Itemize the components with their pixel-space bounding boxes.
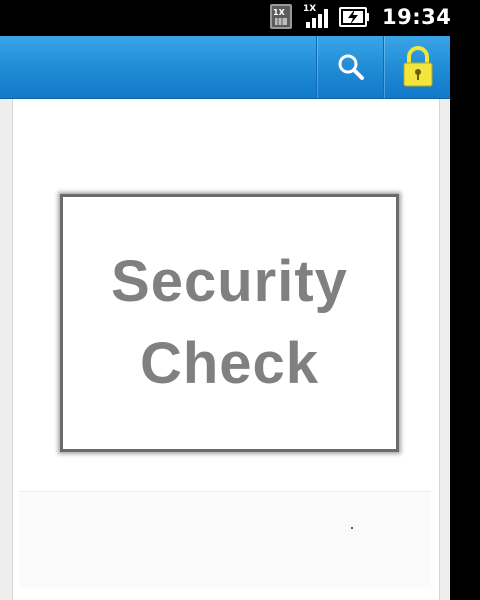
action-bar — [0, 36, 450, 99]
security-check-line2: Check — [139, 331, 320, 396]
security-check-line1: Security — [111, 249, 348, 314]
phone-screen: 1X 1X 19:34 Security Check — [0, 0, 450, 600]
lock-icon — [403, 46, 432, 87]
lock-button[interactable] — [385, 36, 450, 98]
search-button[interactable] — [318, 36, 383, 98]
screen-edge — [450, 0, 480, 600]
network-badge: 1X — [303, 4, 316, 14]
action-divider — [316, 36, 317, 98]
battery-charging-icon — [339, 7, 369, 27]
signal-icon: 1X — [303, 4, 328, 28]
action-divider — [383, 36, 384, 98]
content-card: Security Check — [12, 99, 440, 600]
status-bar: 1X 1X 19:34 — [0, 0, 450, 36]
search-icon — [338, 54, 364, 80]
speck — [351, 527, 353, 529]
status-time: 19:34 — [382, 5, 450, 29]
lower-panel — [19, 491, 431, 588]
sim-icon: 1X — [270, 4, 292, 29]
sim-badge: 1X — [273, 8, 286, 17]
security-check-image[interactable]: Security Check — [60, 194, 399, 452]
